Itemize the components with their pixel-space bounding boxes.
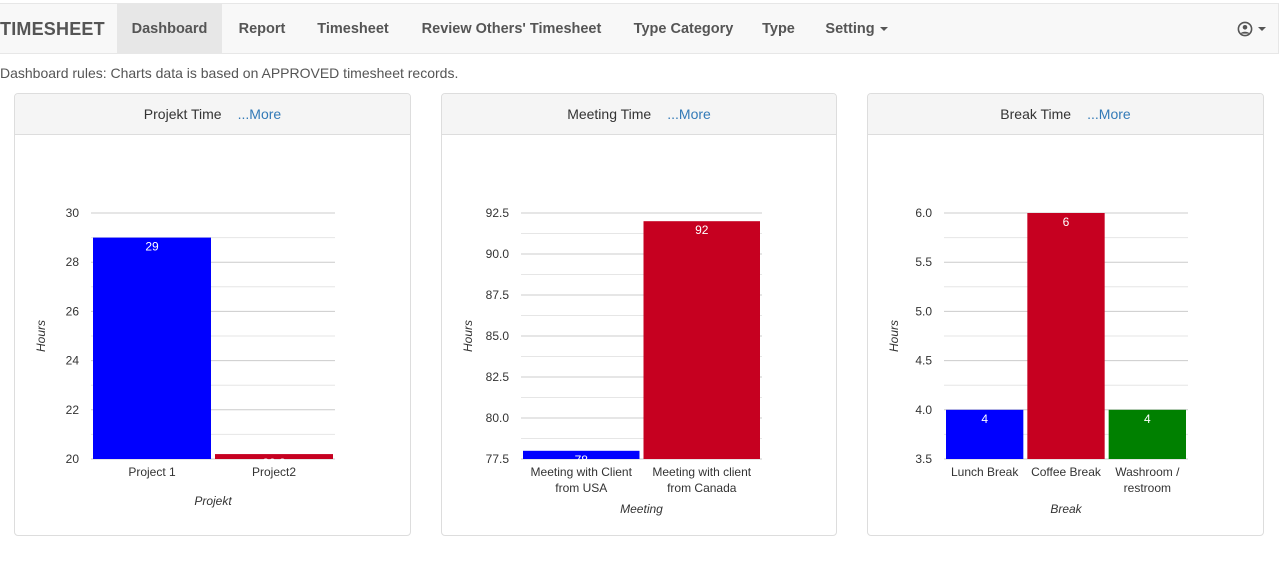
panel-title: Projekt Time [143, 106, 222, 122]
y-tick-label: 87.5 [486, 288, 510, 302]
x-category-label: Coffee Break [1031, 465, 1102, 479]
y-tick-label: 90.0 [486, 247, 510, 261]
y-tick-label: 26 [66, 304, 80, 318]
nav-dashboard[interactable]: Dashboard [117, 4, 222, 54]
y-tick-label: 4.5 [915, 354, 932, 368]
chart-meeting-time: 77.580.082.585.087.590.092.578Meeting wi… [461, 206, 762, 516]
y-tick-label: 4.0 [915, 403, 932, 417]
x-axis-title: Projekt [194, 494, 232, 508]
x-category-label: Project2 [252, 465, 296, 479]
more-link[interactable]: ...More [667, 106, 711, 122]
y-tick-label: 77.5 [486, 452, 510, 466]
x-category-label: Washroom / [1115, 465, 1180, 479]
panel-projekt-time: Projekt Time ...More 20 22 24 26 28 30 29 Projec… [14, 93, 411, 536]
y-axis-title: Hours [34, 320, 48, 352]
x-axis-title: Break [1050, 502, 1082, 516]
panel-heading: Projekt Time ...More [15, 94, 410, 135]
more-link[interactable]: ...More [238, 106, 282, 122]
y-tick-label: 20 [66, 452, 80, 466]
y-tick-label: 6.0 [915, 206, 932, 220]
panel-heading: Meeting Time ...More [442, 94, 836, 135]
top-navbar: TIMESHEET Dashboard Report Timesheet Rev… [0, 3, 1279, 54]
y-tick-label: 24 [66, 354, 80, 368]
x-axis-title: Meeting [620, 502, 663, 516]
y-tick-label: 82.5 [486, 370, 510, 384]
x-category-label: from Canada [667, 481, 737, 495]
bar [93, 237, 211, 459]
bar [1027, 213, 1105, 459]
nav-timesheet[interactable]: Timesheet [302, 4, 404, 54]
panel-meeting-time: Meeting Time ...More 77.5 80.0 82.5 85.0 87.5… [441, 93, 837, 536]
bar-value-label: 4 [1144, 412, 1151, 426]
user-circle-icon [1237, 21, 1252, 37]
bar-value-label: 6 [1063, 215, 1070, 229]
nav-report[interactable]: Report [222, 4, 302, 54]
nav-type-category[interactable]: Type Category [619, 4, 748, 54]
y-tick-label: 22 [66, 403, 80, 417]
chart-projekt-time: 20222426283029Project 120.2Project2Proje… [34, 206, 335, 508]
x-category-label: Meeting with client [652, 465, 751, 479]
y-tick-label: 80.0 [486, 411, 510, 425]
panel-title: Meeting Time [567, 106, 652, 122]
y-axis-title: Hours [887, 320, 901, 352]
caret-down-icon [879, 27, 888, 32]
y-tick-label: 30 [66, 206, 80, 220]
x-category-label: restroom [1124, 481, 1171, 495]
nav-setting-dropdown[interactable]: Setting [809, 4, 904, 54]
nav-setting-label: Setting [825, 21, 875, 37]
y-tick-label: 5.0 [915, 304, 932, 318]
panel-title: Break Time [1000, 106, 1072, 122]
bar [643, 221, 760, 459]
x-category-label: Lunch Break [951, 465, 1019, 479]
caret-down-icon [1257, 26, 1266, 31]
y-tick-label: 28 [66, 255, 80, 269]
y-tick-label: 85.0 [486, 329, 510, 343]
nav-review-others-timesheet[interactable]: Review Others' Timesheet [404, 4, 619, 54]
bar-value-label: 4 [981, 412, 988, 426]
y-tick-label: 3.5 [915, 452, 932, 466]
dashboard-rules-text: Dashboard rules: Charts data is based on… [0, 65, 459, 81]
y-axis-title: Hours [461, 320, 475, 352]
panel-heading: Break Time ...More [868, 94, 1263, 135]
app-brand[interactable]: TIMESHEET [0, 4, 105, 54]
x-category-label: Meeting with Client [531, 465, 633, 479]
user-menu-dropdown[interactable] [1226, 4, 1276, 54]
bar-value-label: 92 [695, 223, 709, 237]
chart-break-time: 3.5 4.0 4.5 5.0 5.5 6.0 4 Lunch Break 6 Coffee Br… [887, 206, 1188, 516]
nav-type[interactable]: Type [748, 4, 809, 54]
y-tick-label: 5.5 [915, 255, 932, 269]
x-category-label: Project 1 [128, 465, 176, 479]
y-tick-label: 92.5 [486, 206, 510, 220]
bar-value-label: 29 [145, 240, 159, 254]
x-category-label: from USA [555, 481, 607, 495]
more-link[interactable]: ...More [1087, 106, 1131, 122]
panel-break-time: Break Time ...More 3.5 4.0 4.5 5.0 5.5 6.0 4 Lun… [867, 93, 1264, 536]
